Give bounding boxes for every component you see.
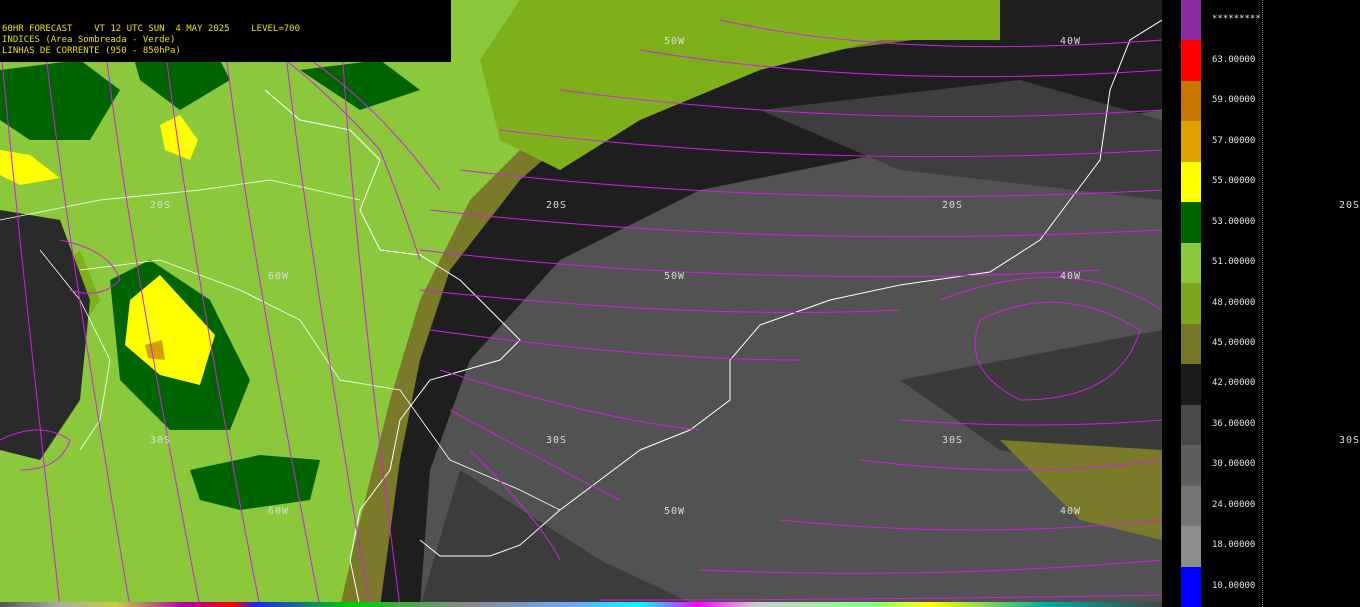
- colorbar-segment: [1181, 121, 1201, 163]
- colorbar-value-label: 55.00000: [1212, 176, 1256, 187]
- map-shading: [0, 0, 1162, 607]
- colorbar-value-label: 57.00000: [1212, 135, 1256, 146]
- colorbar-segment: [1181, 283, 1201, 325]
- colorbar-value-label: 42.00000: [1212, 378, 1256, 389]
- lat-label-20s: 20S: [150, 200, 172, 211]
- lon-label-40w: 40W: [1060, 506, 1082, 517]
- lon-label-40w: 40W: [1060, 271, 1082, 282]
- lat-label-30s: 30S: [942, 435, 964, 446]
- lon-label-50w: 50W: [664, 506, 686, 517]
- colorbar-value-label: 63.00000: [1212, 54, 1256, 65]
- streamlines-subtitle: LINHAS DE CORRENTE (950 - 850hPa): [2, 46, 181, 56]
- colorbar-segment: [1181, 485, 1201, 527]
- forecast-title: 60HR FORECAST VT 12 UTC SUN 4 MAY 2025 L…: [2, 24, 301, 34]
- colorbar-segment: [1181, 364, 1201, 406]
- right-lat-label-20s: 20S: [1339, 200, 1360, 211]
- colorbar-value-label: 53.00000: [1212, 216, 1256, 227]
- lon-label-50w: 50W: [664, 271, 686, 282]
- lat-label-30s: 30S: [150, 435, 172, 446]
- colorbar-segment: [1181, 404, 1201, 446]
- colorbar-segment: [1181, 526, 1201, 568]
- right-lat-label-30s: 30S: [1339, 435, 1360, 446]
- colorbar-segment: [1181, 161, 1201, 203]
- colorbar-segment: [1181, 202, 1201, 244]
- lat-label-20s: 20S: [546, 200, 568, 211]
- weather-map: [0, 0, 1162, 607]
- colorbar-top-label: *********: [1212, 14, 1261, 24]
- lon-label-50w: 50W: [664, 36, 686, 47]
- colorbar-segment: [1181, 445, 1201, 487]
- colorbar-segment: [1181, 566, 1201, 607]
- colorbar-value-label: 10.00000: [1212, 580, 1256, 591]
- lon-label-40w: 40W: [1060, 36, 1082, 47]
- map-header: 60HR FORECAST VT 12 UTC SUN 4 MAY 2025 L…: [0, 0, 451, 62]
- bottom-color-strip: [0, 602, 1162, 607]
- lon-label-60w: 60W: [268, 506, 290, 517]
- indices-subtitle: INDICES (Area Sombreada - Verde): [2, 35, 176, 45]
- colorbar-segment: [1181, 80, 1201, 122]
- lon-label-60w: 60W: [268, 271, 290, 282]
- colorbar-value-label: 48.00000: [1212, 297, 1256, 308]
- colorbar-value-label: 59.00000: [1212, 95, 1256, 106]
- right-panel: 20S 30S: [1262, 0, 1360, 607]
- lat-label-20s: 20S: [942, 200, 964, 211]
- colorbar-value-label: 30.00000: [1212, 459, 1256, 470]
- colorbar-value-label: 45.00000: [1212, 337, 1256, 348]
- colorbar-value-label: 18.00000: [1212, 540, 1256, 551]
- colorbar-value-label: 51.00000: [1212, 257, 1256, 268]
- colorbar: [1181, 0, 1201, 607]
- colorbar-value-label: 24.00000: [1212, 499, 1256, 510]
- colorbar-segment: [1181, 323, 1201, 365]
- colorbar-value-label: 36.00000: [1212, 418, 1256, 429]
- colorbar-segment: [1181, 0, 1201, 41]
- colorbar-segment: [1181, 242, 1201, 284]
- lat-label-30s: 30S: [546, 435, 568, 446]
- colorbar-segment: [1181, 40, 1201, 82]
